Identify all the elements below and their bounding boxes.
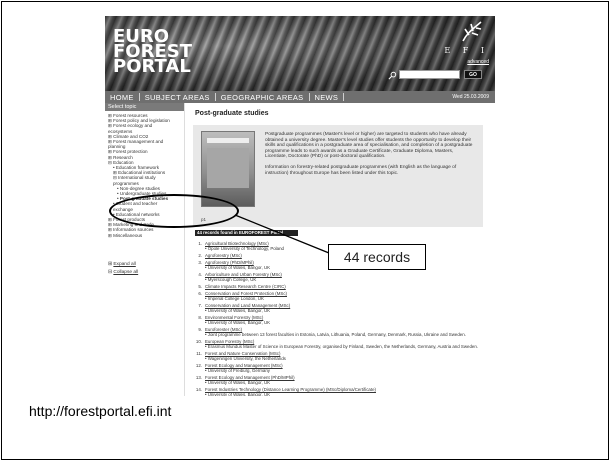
record-number: 6.: [198, 291, 202, 296]
record-item: 6. Conservation and Forest Protection (MS…: [195, 291, 491, 301]
record-item: 12. Forest Ecology and Management (MSc) • …: [195, 363, 491, 373]
record-body: Arboriculture and Urban Forestry (MSc) • …: [205, 272, 491, 282]
record-body: Euroforester (MSc) • Joint programme betw…: [205, 327, 491, 337]
record-title-link[interactable]: Climate Impacts Research Centre (CIRC): [205, 284, 491, 289]
record-institution: • Myerscough College, UK: [205, 277, 257, 282]
nav-divider: [343, 93, 345, 101]
record-item: 11. Forest and Nature Conservation (MSc) •…: [195, 351, 491, 361]
record-institution: • University of Freiburg, Germany: [205, 368, 270, 373]
brochure-image: [201, 131, 255, 207]
highlight-ellipse: [109, 194, 239, 228]
nav-subject-areas[interactable]: SUBJECT AREAS: [140, 93, 215, 102]
record-number: 9.: [198, 327, 202, 332]
record-number: 5.: [198, 284, 202, 289]
record-institution: • Wageningen University, the Netherlands: [205, 356, 286, 361]
record-institution: • Imperial College London, UK: [205, 296, 264, 301]
record-item: 13. Forest Ecology and Management (PhD/MP…: [195, 375, 491, 385]
record-body: Environmental Forestry (MSc) • University…: [205, 315, 491, 325]
record-institution: • University of Wales, Bangor, UK: [205, 380, 271, 385]
nav-home[interactable]: HOME: [105, 93, 139, 102]
record-number: 3.: [198, 260, 202, 265]
header-banner: EURO FOREST PORTAL E F I advanced GO: [105, 16, 495, 91]
record-body: Climate Impacts Research Centre (CIRC): [205, 284, 491, 289]
record-number: 13.: [195, 375, 202, 380]
topic-item[interactable]: ⊞ Miscellaneous: [108, 233, 181, 238]
record-body: Forest Ecology and Management (PhD/MPhil…: [205, 375, 491, 385]
expand-all-link[interactable]: Expand all: [113, 262, 135, 267]
record-body: European Forestry (MSc) • Erasmus Mundus …: [205, 339, 491, 349]
advanced-search-link[interactable]: advanced: [467, 59, 489, 65]
intro-paragraph: Information on forestry-related postgrad…: [265, 164, 457, 176]
record-item: 9. Euroforester (MSc) • Joint programme be…: [195, 327, 491, 337]
record-number: 7.: [198, 303, 202, 308]
record-item: 7. Conservation and Land Management (MSc)…: [195, 303, 491, 313]
logo-line-3: PORTAL: [113, 56, 191, 77]
search-icon: [388, 71, 397, 80]
record-item: 8. Environmental Forestry (MSc) • Universi…: [195, 315, 491, 325]
record-institution: • University of Wales, Bangor, UK: [205, 392, 271, 396]
slide-frame: EURO FOREST PORTAL E F I advanced GO HOM…: [1, 1, 609, 460]
record-body: Forest Industries Technology (Distance L…: [205, 387, 491, 396]
current-date: Wed 25.03.2009: [452, 94, 489, 100]
expand-all-row: ⊞ Expand all: [108, 262, 136, 267]
record-body: Forest Ecology and Management (MSc) • Uni…: [205, 363, 491, 373]
record-number: 2.: [198, 253, 202, 258]
record-item: 14. Forest Industries Technology (Distanc…: [195, 387, 491, 396]
record-institution: • Erasmus Mundus Master of Science in Eu…: [205, 344, 479, 349]
record-item: 10. European Forestry (MSc) • Erasmus Mund…: [195, 339, 491, 349]
record-item: 5. Climate Impacts Research Centre (CIRC): [195, 284, 491, 289]
collapse-all-link[interactable]: Collapse all: [113, 270, 138, 275]
select-topic-heading: Select topic: [105, 103, 184, 111]
nav-geographic-areas[interactable]: GEOGRAPHIC AREAS: [216, 93, 309, 102]
record-number: 12.: [195, 363, 202, 368]
record-number: 14.: [195, 387, 202, 392]
page-title: Post-graduate studies: [195, 110, 269, 117]
euroforest-portal-logo[interactable]: EURO FOREST PORTAL: [113, 28, 192, 77]
tree-controls: ⊞ Expand all ⊟ Collapse all: [108, 261, 138, 277]
records-found-bar: 44 records found in EUROFOREST Portal: [195, 230, 298, 236]
search-input[interactable]: [399, 70, 460, 79]
efi-text: E F I: [444, 46, 489, 55]
record-number: 11.: [196, 351, 202, 356]
nav-news[interactable]: NEWS: [310, 93, 344, 102]
record-body: Forest and Nature Conservation (MSc) • Wa…: [205, 351, 491, 361]
collapse-all-row: ⊟ Collapse all: [108, 270, 139, 275]
main-navigation: HOME SUBJECT AREAS GEOGRAPHIC AREAS NEWS…: [105, 91, 495, 103]
record-body: Conservation and Forest Protection (MSc)…: [205, 291, 491, 301]
record-institution: • University of Wales, Bangor, UK: [205, 308, 271, 313]
go-button[interactable]: GO: [464, 70, 482, 79]
record-institution: • Joint programme between 13 forest facu…: [205, 332, 466, 337]
records-callout: 44 records: [328, 244, 426, 270]
efi-leaf-icon: [462, 21, 482, 42]
record-number: 4.: [198, 272, 202, 277]
record-body: Conservation and Land Management (MSc) • …: [205, 303, 491, 313]
record-item: 4. Arboriculture and Urban Forestry (MSc)…: [195, 272, 491, 282]
url-caption: http://forestportal.efi.int: [29, 403, 172, 419]
intro-text: Postgraduate programmes (Master's level …: [265, 132, 473, 181]
record-number: 10.: [195, 339, 202, 344]
intro-paragraph: Postgraduate programmes (Master's level …: [265, 132, 473, 160]
topic-sidebar: Select topic ⊞ Forest resources ⊞ Forest …: [105, 103, 185, 396]
record-institution: • University of Wales, Bangor, UK: [205, 320, 271, 325]
record-number: 8.: [198, 315, 202, 320]
record-number: 1.: [198, 241, 202, 246]
